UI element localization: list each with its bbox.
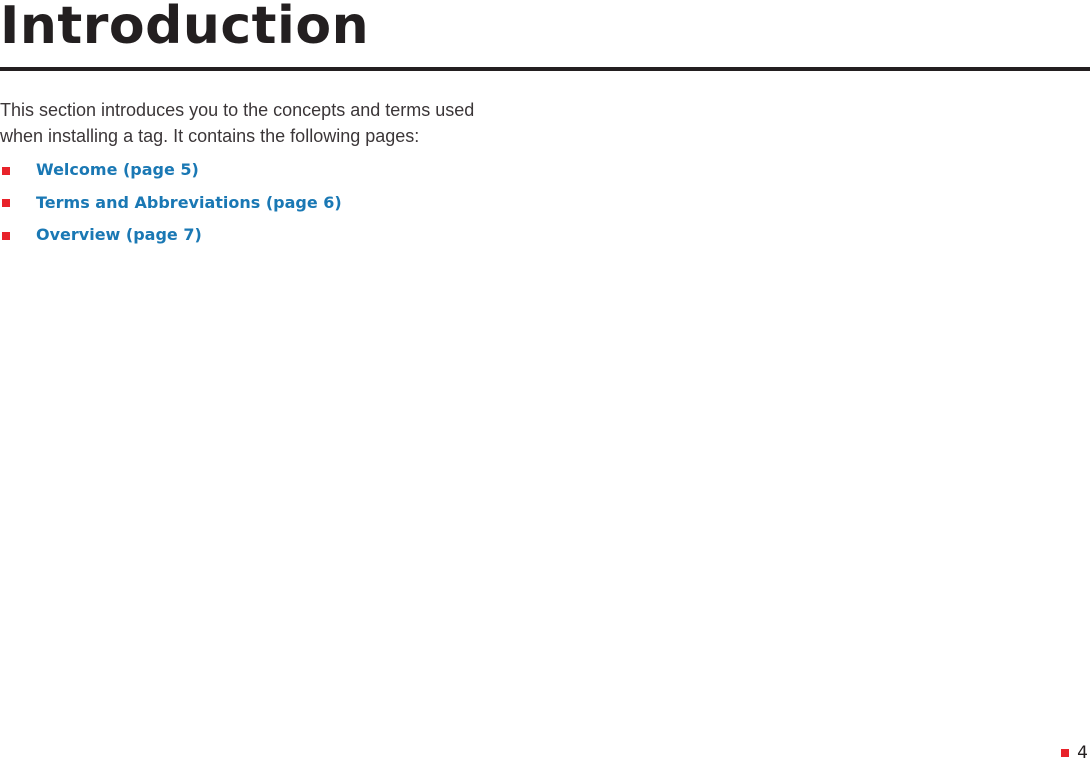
link-overview[interactable]: Overview (page 7) [36, 225, 202, 244]
square-bullet-icon [2, 166, 10, 175]
page-footer: 4 [1061, 744, 1088, 762]
list-item: Terms and Abbreviations (page 6) [0, 189, 342, 221]
square-bullet-icon [2, 199, 10, 207]
square-bullet-icon [2, 231, 10, 240]
link-terms-and-abbreviations[interactable]: Terms and Abbreviations (page 6) [36, 193, 342, 212]
contents-list: Welcome (page 5) Terms and Abbreviations… [0, 156, 342, 254]
square-marker-icon [1061, 749, 1070, 757]
list-item: Welcome (page 5) [0, 156, 342, 189]
page-title: Introduction [0, 0, 370, 56]
list-item: Overview (page 7) [0, 221, 342, 254]
intro-paragraph: This section introduces you to the conce… [0, 100, 475, 146]
title-divider [0, 67, 1090, 71]
page-number: 4 [1077, 743, 1088, 763]
link-welcome[interactable]: Welcome (page 5) [36, 160, 199, 179]
